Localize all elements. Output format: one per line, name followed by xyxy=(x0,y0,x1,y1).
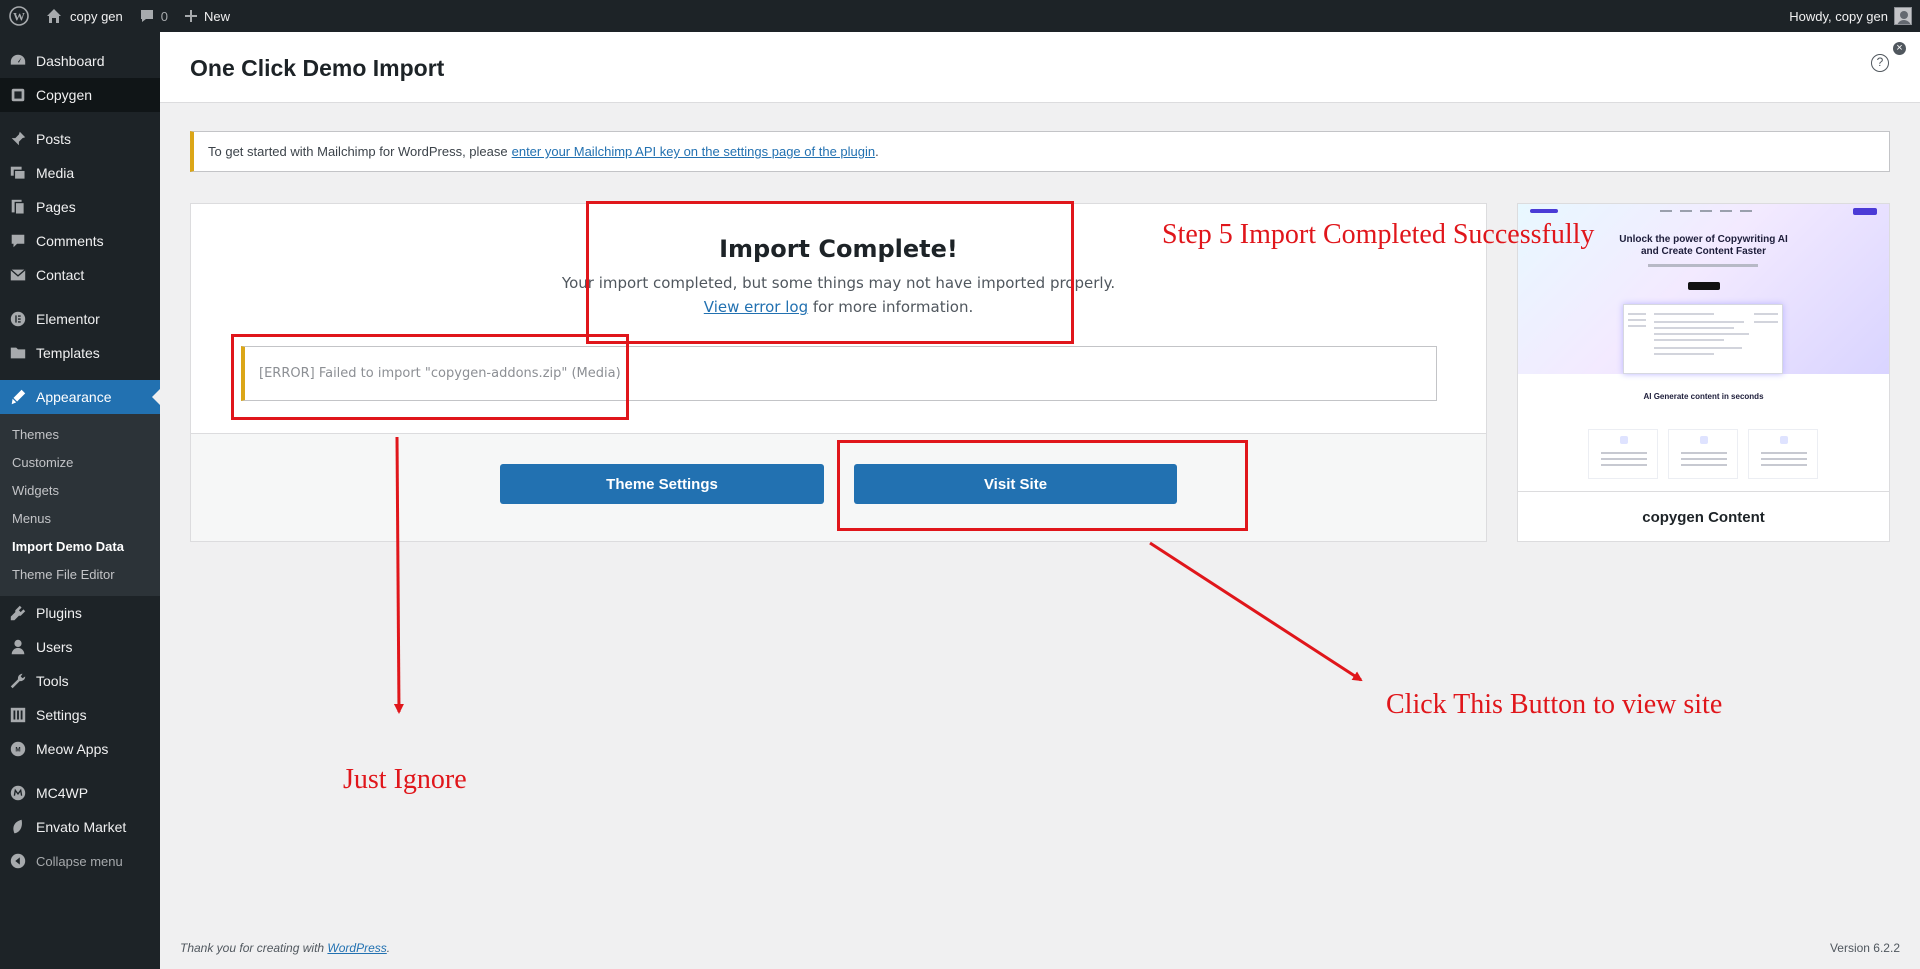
admin-bar: W copy gen 0 New Howdy, copy gen xyxy=(0,0,1920,32)
howdy-text: Howdy, copy gen xyxy=(1789,8,1888,24)
appearance-submenu: Themes Customize Widgets Menus Import De… xyxy=(0,414,160,596)
menu-tools[interactable]: Tools xyxy=(0,664,160,698)
comments-link[interactable]: 0 xyxy=(131,0,176,32)
page-title: One Click Demo Import xyxy=(190,55,445,81)
close-icon[interactable]: × xyxy=(1893,42,1906,55)
new-content-link[interactable]: New xyxy=(176,0,238,32)
mc4wp-icon xyxy=(0,784,36,802)
annotation-arrow-click xyxy=(1149,541,1363,682)
demo-preview-card: Unlock the power of Copywriting AI and C… xyxy=(1517,203,1890,542)
user-icon xyxy=(0,638,36,656)
submenu-import-demo-data[interactable]: Import Demo Data xyxy=(0,533,160,561)
menu-mc4wp[interactable]: MC4WP xyxy=(0,776,160,810)
page-header: One Click Demo Import × ? xyxy=(160,32,1920,103)
home-icon xyxy=(47,9,61,23)
folder-icon xyxy=(0,344,36,362)
wrench-icon xyxy=(0,672,36,690)
menu-templates[interactable]: Templates xyxy=(0,336,160,370)
new-label: New xyxy=(204,8,231,24)
settings-icon xyxy=(0,706,36,724)
submenu-widgets[interactable]: Widgets xyxy=(0,477,160,505)
theme-settings-button[interactable]: Theme Settings xyxy=(500,464,824,504)
plugin-icon xyxy=(0,604,36,622)
menu-users[interactable]: Users xyxy=(0,630,160,664)
svg-text:M: M xyxy=(15,747,20,754)
notice-settings-link[interactable]: enter your Mailchimp API key on the sett… xyxy=(512,144,876,159)
my-account[interactable]: Howdy, copy gen xyxy=(1789,0,1912,32)
menu-meow-apps[interactable]: M Meow Apps xyxy=(0,732,160,766)
menu-appearance[interactable]: Appearance xyxy=(0,380,160,414)
annotation-ignore-text: Just Ignore xyxy=(343,764,467,795)
help-icon[interactable]: ? xyxy=(1871,54,1889,72)
annotation-box-error xyxy=(231,334,629,420)
footer-version: Version 6.2.2 xyxy=(1829,941,1900,955)
demo-preview-name: copygen Content xyxy=(1642,509,1765,526)
submenu-customize[interactable]: Customize xyxy=(0,449,160,477)
submenu-themes[interactable]: Themes xyxy=(0,421,160,449)
notice-text: To get started with Mailchimp for WordPr… xyxy=(208,144,508,159)
site-name-link[interactable]: copy gen xyxy=(38,0,131,32)
copygen-icon xyxy=(0,86,36,104)
menu-dashboard[interactable]: Dashboard xyxy=(0,44,160,78)
wordpress-logo-icon[interactable]: W xyxy=(0,0,38,32)
annotation-box-import-complete xyxy=(586,201,1074,344)
submenu-menus[interactable]: Menus xyxy=(0,505,160,533)
menu-pages[interactable]: Pages xyxy=(0,190,160,224)
svg-text:W: W xyxy=(13,10,25,24)
preview-section-title: AI Generate content in seconds xyxy=(1643,392,1764,401)
brush-icon xyxy=(0,388,36,406)
dashboard-icon xyxy=(0,52,36,70)
menu-envato-market[interactable]: Envato Market xyxy=(0,810,160,844)
pages-icon xyxy=(0,198,36,216)
avatar xyxy=(1894,7,1912,25)
mailchimp-notice: To get started with Mailchimp for WordPr… xyxy=(190,131,1890,172)
comment-icon xyxy=(140,10,153,22)
media-icon xyxy=(0,164,36,182)
menu-copygen[interactable]: Copygen xyxy=(0,78,160,112)
annotation-click-text: Click This Button to view site xyxy=(1386,689,1723,720)
pin-icon xyxy=(0,130,36,148)
admin-sidebar: Dashboard Copygen Posts Media Pages Comm… xyxy=(0,32,160,969)
menu-plugins[interactable]: Plugins xyxy=(0,596,160,630)
meow-icon: M xyxy=(0,740,36,758)
collapse-icon xyxy=(0,852,36,870)
site-name: copy gen xyxy=(70,8,123,24)
collapse-menu-button[interactable]: Collapse menu xyxy=(0,844,160,878)
menu-posts[interactable]: Posts xyxy=(0,122,160,156)
annotation-step5-text: Step 5 Import Completed Successfully xyxy=(1162,219,1595,250)
menu-comments[interactable]: Comments xyxy=(0,224,160,258)
leaf-icon xyxy=(0,818,36,836)
menu-settings[interactable]: Settings xyxy=(0,698,160,732)
comment-icon xyxy=(0,232,36,250)
submenu-theme-file-editor[interactable]: Theme File Editor xyxy=(0,561,160,589)
plus-icon xyxy=(185,10,197,22)
comments-count: 0 xyxy=(160,8,168,24)
preview-app-screenshot xyxy=(1623,304,1783,374)
menu-elementor[interactable]: Elementor xyxy=(0,302,160,336)
elementor-icon xyxy=(0,310,36,328)
menu-media[interactable]: Media xyxy=(0,156,160,190)
notice-after: . xyxy=(875,144,879,159)
footer-wordpress-link[interactable]: WordPress xyxy=(327,941,386,955)
mail-icon xyxy=(0,266,36,284)
footer-thanks: Thank you for creating with WordPress. xyxy=(180,941,391,955)
annotation-box-visit-site xyxy=(837,440,1248,531)
menu-contact[interactable]: Contact xyxy=(0,258,160,292)
